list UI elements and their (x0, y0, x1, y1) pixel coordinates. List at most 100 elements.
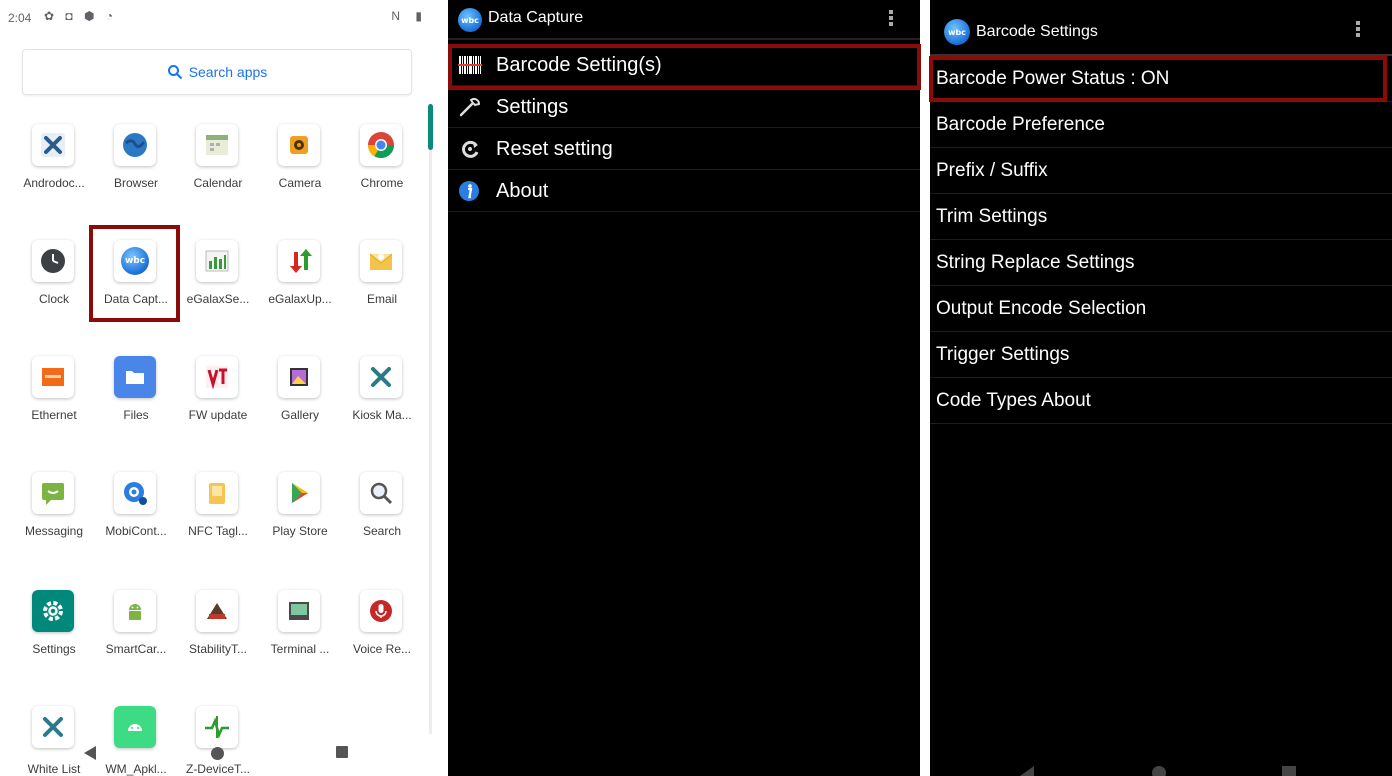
nav-recents-button[interactable] (1282, 766, 1296, 776)
app-label: Calendar (193, 176, 243, 190)
app-wm-apkl[interactable]: WM_Apkl... (93, 706, 179, 776)
app-label: NFC Tagl... (188, 524, 248, 538)
setting-trim-settings[interactable]: Trim Settings (930, 194, 1392, 240)
app-label: Ethernet (31, 408, 77, 422)
app-nfc-tagl[interactable]: NFC Tagl... (175, 472, 261, 572)
setting-label: Prefix / Suffix (936, 160, 1048, 181)
app-smartcar[interactable]: SmartCar... (93, 590, 179, 690)
scrollbar-thumb[interactable] (428, 104, 433, 150)
info-icon (459, 181, 479, 201)
app-label: StabilityT... (188, 642, 248, 656)
magnifier-icon (360, 472, 402, 514)
nav-home-button[interactable] (1152, 766, 1166, 776)
app-email[interactable]: Email (339, 240, 425, 340)
app-terminal[interactable]: Terminal ... (257, 590, 343, 690)
app-messaging[interactable]: Messaging (11, 472, 97, 572)
app-label: Camera (278, 176, 322, 190)
setting-trigger-settings[interactable]: Trigger Settings (930, 332, 1392, 378)
setting-label: String Replace Settings (936, 252, 1135, 273)
app-camera[interactable]: Camera (257, 124, 343, 224)
app-mobicontrol[interactable]: MobiCont... (93, 472, 179, 572)
bar-chart-icon (196, 240, 238, 282)
app-calendar[interactable]: Calendar (175, 124, 261, 224)
app-label: Email (366, 292, 397, 306)
ethernet-icon (32, 356, 74, 398)
app-gallery[interactable]: Gallery (257, 356, 343, 456)
setting-string-replace[interactable]: String Replace Settings (930, 240, 1392, 286)
app-egalaxupdate[interactable]: eGalaxUp... (257, 240, 343, 340)
app-fw-update[interactable]: FW update (175, 356, 261, 456)
app-stability-test[interactable]: StabilityT... (175, 590, 261, 690)
app-chrome[interactable]: Chrome (339, 124, 425, 224)
app-search[interactable]: Search (339, 472, 425, 572)
setting-barcode-preference[interactable]: Barcode Preference (930, 102, 1392, 148)
image-icon (278, 356, 320, 398)
status-system-icons: N ▮ (391, 9, 428, 23)
mobicontrol-icon (114, 472, 156, 514)
app-settings[interactable]: Settings (11, 590, 97, 690)
app-play-store[interactable]: Play Store (257, 472, 343, 572)
tools-icon (32, 124, 74, 166)
setting-label: Trim Settings (936, 206, 1048, 227)
wrench-icon (459, 98, 481, 117)
android-icon (114, 590, 156, 632)
chat-icon (32, 472, 74, 514)
scrollbar-track[interactable] (429, 104, 432, 734)
search-apps-bar[interactable]: Search apps (22, 49, 412, 95)
app-z-device-test[interactable]: Z-DeviceT... (175, 706, 261, 776)
overflow-menu-icon[interactable] (889, 10, 893, 28)
app-white-list[interactable]: White List (11, 706, 97, 776)
nav-recents-button[interactable] (336, 746, 348, 758)
nav-back-button[interactable] (84, 746, 96, 760)
app-label: White List (27, 762, 81, 776)
highlight-box-barcode-settings (448, 44, 921, 90)
app-kiosk-manager[interactable]: Kiosk Ma... (339, 356, 425, 456)
globe-icon (114, 124, 156, 166)
status-notification-icons: ✿ ◘ ⬢ ◔ (44, 9, 118, 23)
nav-back-button[interactable] (1020, 766, 1034, 776)
app-androdoc[interactable]: Androdoc... (11, 124, 97, 224)
barcode-settings-screen: wbc Barcode Settings Barcode Power Statu… (930, 0, 1392, 776)
app-ethernet[interactable]: Ethernet (11, 356, 97, 456)
app-label: Settings (32, 642, 76, 656)
folder-icon (114, 356, 156, 398)
app-label: Files (123, 408, 149, 422)
app-clock[interactable]: Clock (11, 240, 97, 340)
android-icon (114, 706, 156, 748)
menu-item-about[interactable]: About (448, 170, 920, 212)
fw-update-icon (196, 356, 238, 398)
setting-code-types-about[interactable]: Code Types About (930, 378, 1392, 424)
setting-label: Output Encode Selection (936, 298, 1147, 319)
data-capture-screen: wbc Data Capture Barcode Setting(s) Sett… (448, 0, 920, 776)
nav-home-button[interactable] (211, 747, 224, 760)
setting-output-encode[interactable]: Output Encode Selection (930, 286, 1392, 332)
app-drawer: 2:04 ✿ ◘ ⬢ ◔ N ▮ Search apps Androdoc...… (0, 0, 437, 776)
menu-item-settings[interactable]: Settings (448, 86, 920, 128)
app-browser[interactable]: Browser (93, 124, 179, 224)
search-icon (167, 65, 182, 80)
app-label: eGalaxSe... (186, 292, 250, 306)
chrome-icon (360, 124, 402, 166)
tools-icon (360, 356, 402, 398)
pulse-icon (196, 706, 238, 748)
action-bar: wbc Barcode Settings (930, 0, 1392, 56)
highlight-box-data-capture (89, 225, 180, 322)
app-voice-recorder[interactable]: Voice Re... (339, 590, 425, 690)
microphone-icon (360, 590, 402, 632)
clock-icon (32, 240, 74, 282)
screen-title: Barcode Settings (976, 23, 1098, 40)
app-label: FW update (188, 408, 248, 422)
setting-prefix-suffix[interactable]: Prefix / Suffix (930, 148, 1392, 194)
setting-label: Barcode Preference (936, 114, 1105, 135)
stability-icon (196, 590, 238, 632)
app-label: Voice Re... (352, 642, 412, 656)
overflow-menu-icon[interactable] (1356, 21, 1360, 39)
app-title: Data Capture (488, 9, 584, 26)
app-label: Browser (113, 176, 158, 190)
app-label: Play Store (272, 524, 328, 538)
app-files[interactable]: Files (93, 356, 179, 456)
menu-item-reset-setting[interactable]: Reset setting (448, 128, 920, 170)
camera-icon (278, 124, 320, 166)
tools-icon (32, 706, 74, 748)
app-egalaxsensor[interactable]: eGalaxSe... (175, 240, 261, 340)
